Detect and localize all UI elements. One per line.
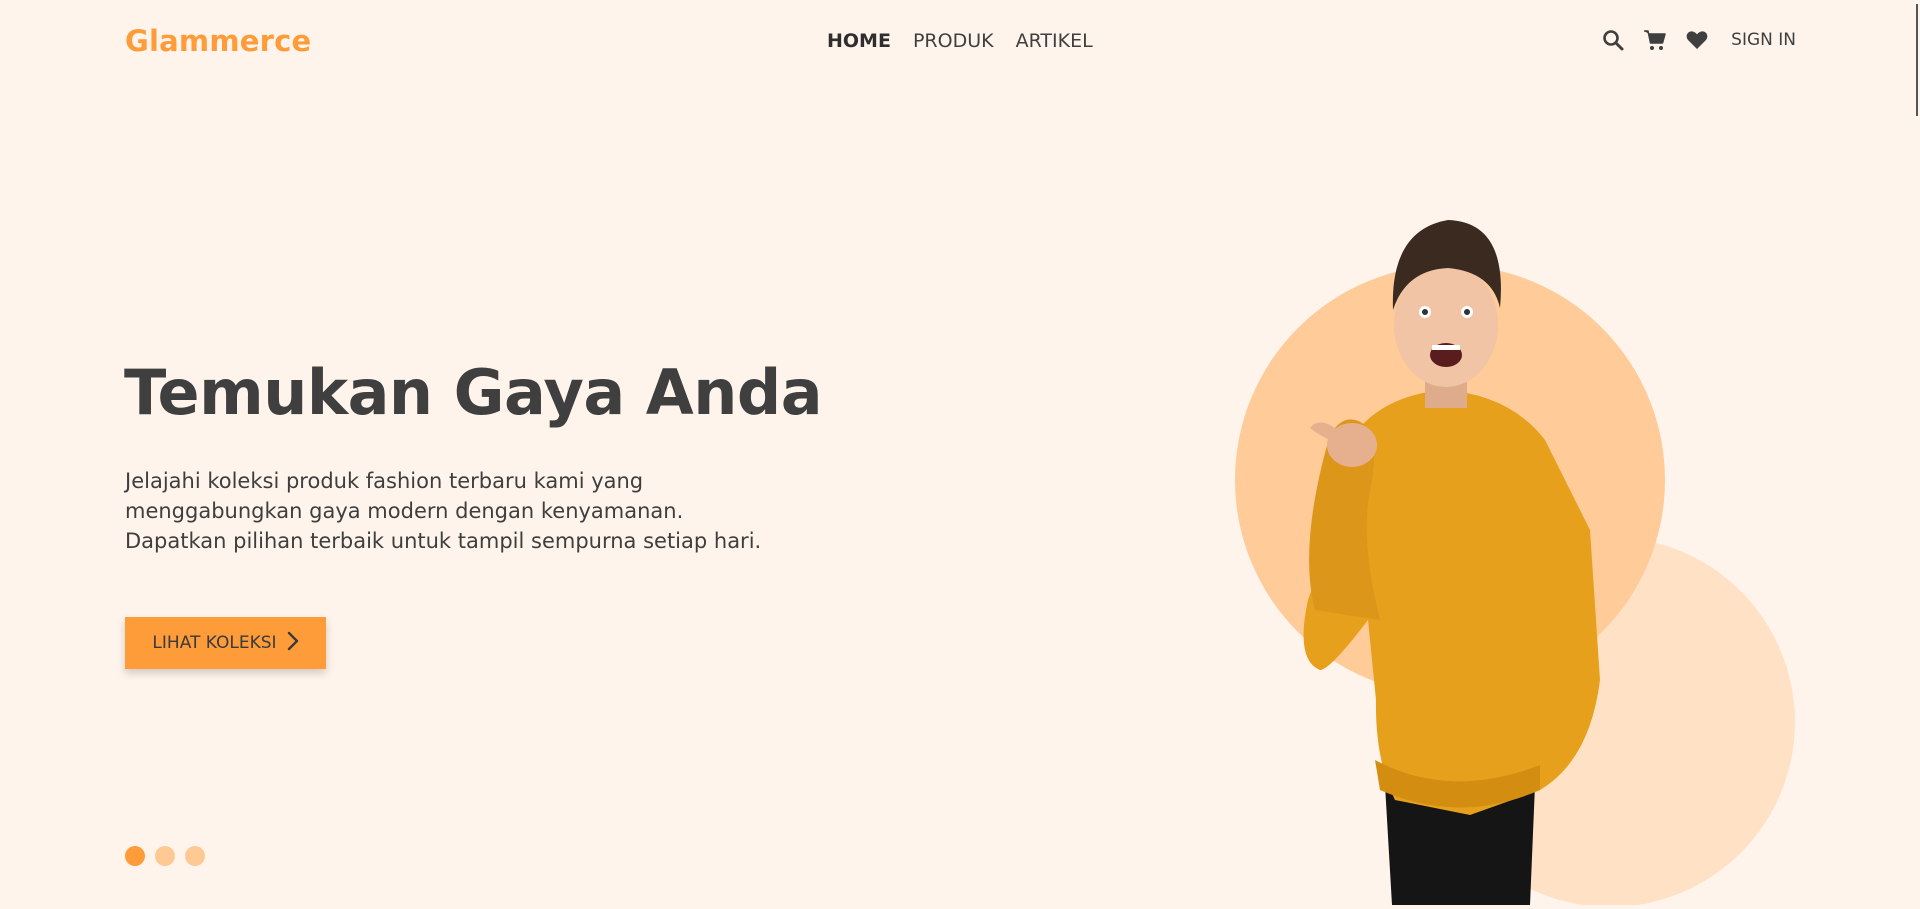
view-collection-button[interactable]: LIHAT KOLEKSI [125,617,326,669]
scrollbar-thumb[interactable] [1916,4,1918,116]
nav-link-produk[interactable]: PRODUK [913,30,994,52]
signin-link[interactable]: SIGN IN [1731,30,1796,50]
carousel-indicators [125,846,205,866]
cta-label: LIHAT KOLEKSI [152,633,277,653]
carousel-dot-1[interactable] [125,846,145,866]
search-icon[interactable] [1601,28,1625,52]
nav-link-artikel[interactable]: ARTIKEL [1016,30,1093,52]
heart-icon[interactable] [1685,28,1709,52]
brand-logo[interactable]: Glammerce [125,24,311,58]
nav-link-home[interactable]: HOME [827,30,891,52]
carousel-dot-3[interactable] [185,846,205,866]
hero-title: Temukan Gaya Anda [124,356,823,429]
page-scrollbar[interactable] [1914,0,1920,905]
cart-icon[interactable] [1643,28,1667,52]
hero-illustration [1180,200,1820,907]
navbar: Glammerce HOME PRODUK ARTIKEL SIGN IN [0,0,1920,86]
main-nav: HOME PRODUK ARTIKEL [827,30,1093,52]
chevron-right-icon [287,631,299,656]
hero-description: Jelajahi koleksi produk fashion terbaru … [125,469,762,553]
nav-actions: SIGN IN [1601,28,1796,52]
carousel-dot-2[interactable] [155,846,175,866]
